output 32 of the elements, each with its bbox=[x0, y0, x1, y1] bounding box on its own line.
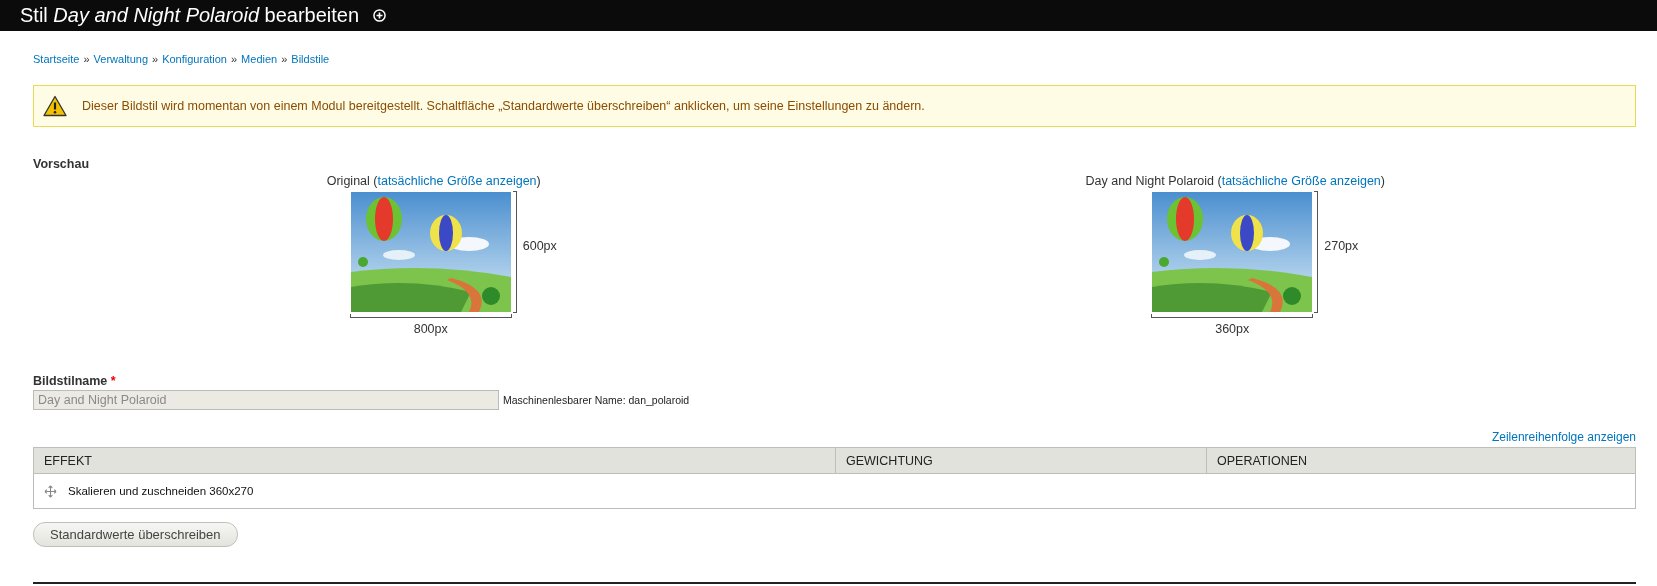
column-header: GEWICHTUNG bbox=[835, 447, 1207, 474]
breadcrumb-separator: » bbox=[231, 53, 238, 65]
height-label: 270px bbox=[1324, 239, 1360, 253]
add-shortcut-icon[interactable] bbox=[373, 9, 387, 22]
warning-icon bbox=[43, 95, 67, 117]
full-size-link[interactable]: tatsächliche Größe anzeigen bbox=[1221, 174, 1381, 188]
column-header: EFFEKT bbox=[33, 447, 836, 474]
preview-caption: Original (tatsächliche Größe anzeigen) bbox=[326, 174, 541, 188]
breadcrumb-separator: » bbox=[152, 53, 159, 65]
warning-text: Dieser Bildstil wird momentan von einem Modul bereitgestellt. Schaltfläche „Standardwerte überschreiben“ anklicken, um seine Einstellungen zu ändern. bbox=[82, 99, 925, 113]
breadcrumb-separator: » bbox=[281, 53, 288, 65]
breadcrumb-link[interactable]: Bildstile bbox=[291, 53, 330, 65]
breadcrumb-link[interactable]: Startseite bbox=[33, 53, 80, 65]
page-title: Stil Day and Night Polaroid bearbeiten bbox=[20, 4, 360, 27]
breadcrumb-link[interactable]: Konfiguration bbox=[162, 53, 227, 65]
row-order-link[interactable]: Zeilenreihenfolge anzeigen bbox=[1491, 430, 1636, 444]
breadcrumb-separator: » bbox=[83, 53, 90, 65]
breadcrumb-link[interactable]: Medien bbox=[241, 53, 278, 65]
width-label: 800px bbox=[413, 322, 448, 336]
column-header: OPERATIONEN bbox=[1206, 447, 1636, 474]
full-size-link[interactable]: tatsächliche Größe anzeigen bbox=[377, 174, 537, 188]
field-label: Bildstilname bbox=[33, 374, 108, 388]
drag-handle-icon[interactable] bbox=[44, 484, 57, 498]
width-label: 360px bbox=[1215, 322, 1250, 336]
preview-label: Vorschau bbox=[33, 157, 91, 171]
preview-caption: Day and Night Polaroid (tatsächliche Größe anzeigen) bbox=[1085, 174, 1385, 188]
height-label: 600px bbox=[522, 239, 558, 253]
machine-name: Maschinenlesbarer Name: dan_polaroid bbox=[503, 394, 690, 406]
effect-name: Skalieren und zuschneiden 360x270 bbox=[68, 485, 254, 497]
breadcrumb-link[interactable]: Verwaltung bbox=[93, 53, 149, 65]
required-mark: * bbox=[110, 374, 116, 388]
override-defaults-button[interactable]: Standardwerte überschreiben bbox=[33, 522, 238, 547]
